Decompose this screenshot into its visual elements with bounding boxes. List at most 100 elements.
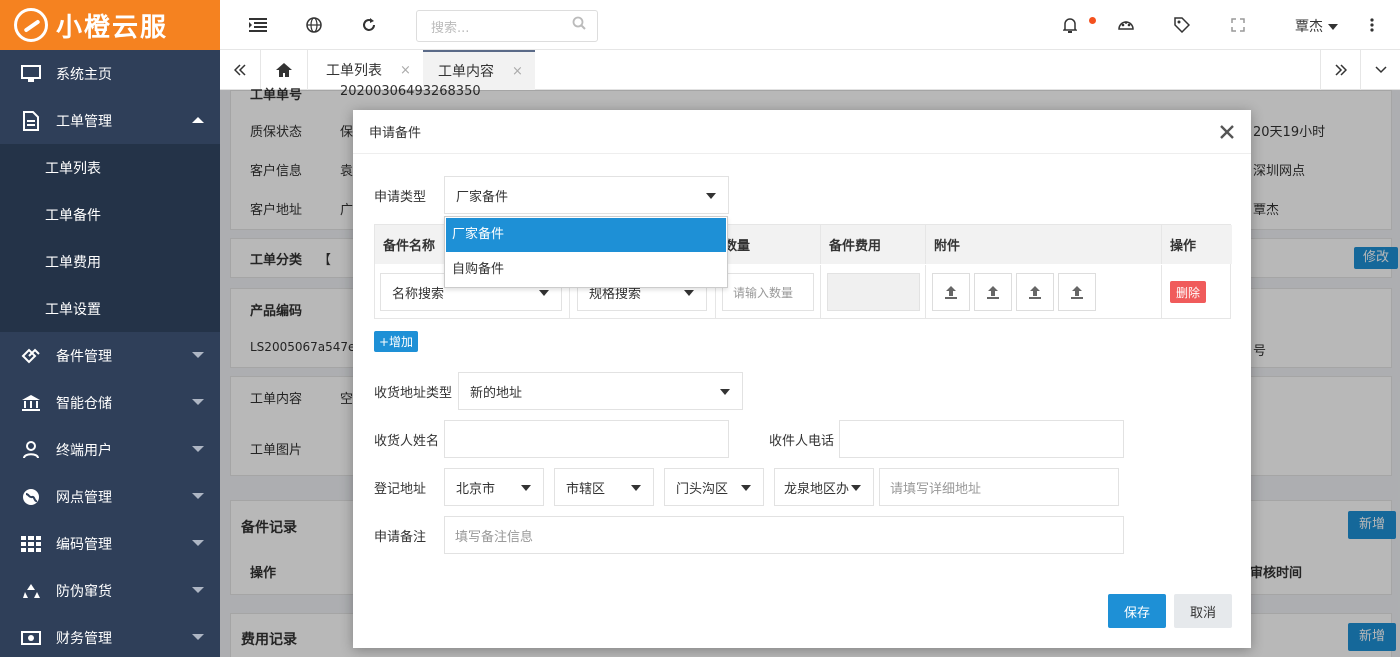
col-header-attachments: 附件 [926, 225, 1162, 264]
remark-placeholder: 填写备注信息 [455, 529, 534, 545]
apply-parts-modal: 申请备件 申请类型 厂家备件 备件名称 数量 备件费用 附件 操作 名称搜索 规… [353, 110, 1251, 648]
search-input[interactable]: 搜索... [416, 10, 598, 42]
district-select[interactable]: 门头沟区 [664, 468, 764, 506]
upload-icon[interactable] [974, 273, 1012, 311]
chevron-down-icon [192, 493, 204, 499]
chevron-down-icon [192, 587, 204, 593]
globe-icon [20, 487, 42, 507]
search-placeholder: 搜索... [431, 20, 470, 36]
street-select[interactable]: 龙泉地区办 [774, 468, 874, 506]
sidebar-submenu: 工单列表 工单备件 工单费用 工单设置 [0, 144, 220, 332]
sidebar: 系统主页 工单管理 工单列表 工单备件 工单费用 工单设置 备件管理 智能仓储 … [0, 50, 220, 657]
col-header-fee: 备件费用 [821, 225, 926, 264]
part-name-value: 名称搜索 [392, 286, 445, 302]
province-select[interactable]: 北京市 [444, 468, 544, 506]
upload-icon[interactable] [1058, 273, 1096, 311]
sidebar-item-label: 备件管理 [56, 348, 112, 365]
chevron-down-icon [192, 399, 204, 405]
sidebar-item-warehouse[interactable]: 智能仓储 [0, 379, 220, 426]
address-type-value: 新的地址 [470, 385, 523, 401]
sidebar-item-coding[interactable]: 编码管理 [0, 520, 220, 567]
registered-address-label: 登记地址 [374, 482, 427, 497]
apply-type-select[interactable]: 厂家备件 [444, 176, 729, 214]
sidebar-item-label: 防伪窜货 [56, 583, 112, 600]
sidebar-subitem-ticket-fees[interactable]: 工单费用 [0, 238, 220, 285]
upload-icon[interactable] [1016, 273, 1054, 311]
chevron-down-icon [192, 634, 204, 640]
sidebar-item-label: 编码管理 [56, 536, 112, 553]
city-value: 市辖区 [566, 481, 606, 497]
sidebar-subitem-ticket-list[interactable]: 工单列表 [0, 144, 220, 191]
receiver-phone-input[interactable] [839, 420, 1124, 458]
tab-dropdown-icon[interactable] [1360, 50, 1400, 90]
grid-icon [20, 534, 42, 554]
sidebar-subitem-ticket-settings[interactable]: 工单设置 [0, 285, 220, 332]
palette-icon[interactable] [1116, 15, 1136, 35]
part-fee-input [827, 273, 920, 311]
street-value: 龙泉地区办 [784, 481, 850, 497]
city-select[interactable]: 市辖区 [554, 468, 654, 506]
notification-dot [1089, 17, 1096, 24]
remark-input[interactable]: 填写备注信息 [444, 516, 1124, 554]
cancel-button[interactable]: 取消 [1174, 594, 1232, 628]
quantity-input[interactable]: 请输入数量 [722, 273, 814, 311]
sidebar-item-label: 智能仓储 [56, 395, 112, 412]
sidebar-item-label: 网点管理 [56, 489, 112, 506]
delete-row-button[interactable]: 删除 [1170, 281, 1206, 303]
detail-address-placeholder: 请填写详细地址 [890, 481, 982, 497]
sidebar-item-anti-counterfeit[interactable]: 防伪窜货 [0, 567, 220, 614]
diamond-icon [20, 346, 42, 366]
globe-icon[interactable] [304, 15, 324, 35]
sidebar-item-end-users[interactable]: 终端用户 [0, 426, 220, 473]
receiver-name-input[interactable] [444, 420, 729, 458]
tab-label: 工单内容 [438, 64, 494, 80]
document-icon [20, 110, 42, 131]
sidebar-item-parts[interactable]: 备件管理 [0, 332, 220, 379]
user-menu[interactable]: 覃杰 [1295, 16, 1338, 36]
bank-icon [20, 393, 42, 413]
chevron-down-icon [192, 446, 204, 452]
fullscreen-icon[interactable] [1228, 15, 1248, 35]
top-bar: 搜索... 覃杰 [220, 0, 1400, 50]
modal-title: 申请备件 [353, 110, 1251, 154]
sidebar-item-ticket-management[interactable]: 工单管理 [0, 97, 220, 144]
save-button[interactable]: 保存 [1108, 594, 1166, 628]
upload-icon[interactable] [932, 273, 970, 311]
address-type-select[interactable]: 新的地址 [458, 372, 743, 410]
add-row-button[interactable]: +增加 [374, 331, 418, 352]
recycle-icon [20, 581, 42, 601]
chevron-down-icon [192, 540, 204, 546]
district-value: 门头沟区 [676, 481, 729, 497]
sidebar-item-finance[interactable]: 财务管理 [0, 614, 220, 657]
chevron-down-icon [192, 352, 204, 358]
close-icon[interactable]: × [512, 64, 523, 79]
logo-icon [14, 8, 48, 42]
close-icon[interactable]: × [400, 63, 411, 78]
more-vertical-icon[interactable] [1362, 15, 1382, 35]
bell-icon[interactable] [1060, 15, 1080, 35]
sidebar-item-label: 财务管理 [56, 630, 112, 647]
detail-address-input[interactable]: 请填写详细地址 [879, 468, 1119, 506]
quantity-placeholder: 请输入数量 [733, 285, 794, 300]
tag-icon[interactable] [1172, 15, 1192, 35]
tab-scroll-right-icon[interactable] [1320, 50, 1360, 90]
money-icon [20, 628, 42, 648]
sidebar-item-label: 工单管理 [56, 113, 112, 130]
sidebar-item-outlets[interactable]: 网点管理 [0, 473, 220, 520]
tab-label: 工单列表 [326, 63, 382, 79]
sidebar-subitem-ticket-parts[interactable]: 工单备件 [0, 191, 220, 238]
col-header-actions: 操作 [1162, 225, 1232, 264]
monitor-icon [20, 64, 42, 84]
dropdown-option-factory-parts[interactable]: 厂家备件 [446, 218, 726, 252]
app-logo: 小橙云服 [0, 0, 220, 50]
refresh-icon[interactable] [359, 15, 379, 35]
app-name: 小橙云服 [56, 12, 169, 43]
sidebar-item-home[interactable]: 系统主页 [0, 50, 220, 97]
menu-toggle-icon[interactable] [248, 15, 268, 35]
apply-type-label: 申请类型 [374, 190, 427, 205]
receiver-name-label: 收货人姓名 [374, 434, 440, 449]
close-icon[interactable] [1219, 124, 1235, 140]
tab-scroll-left-icon[interactable] [230, 50, 250, 90]
dropdown-option-self-purchased[interactable]: 自购备件 [446, 253, 726, 287]
search-icon[interactable] [572, 16, 586, 34]
